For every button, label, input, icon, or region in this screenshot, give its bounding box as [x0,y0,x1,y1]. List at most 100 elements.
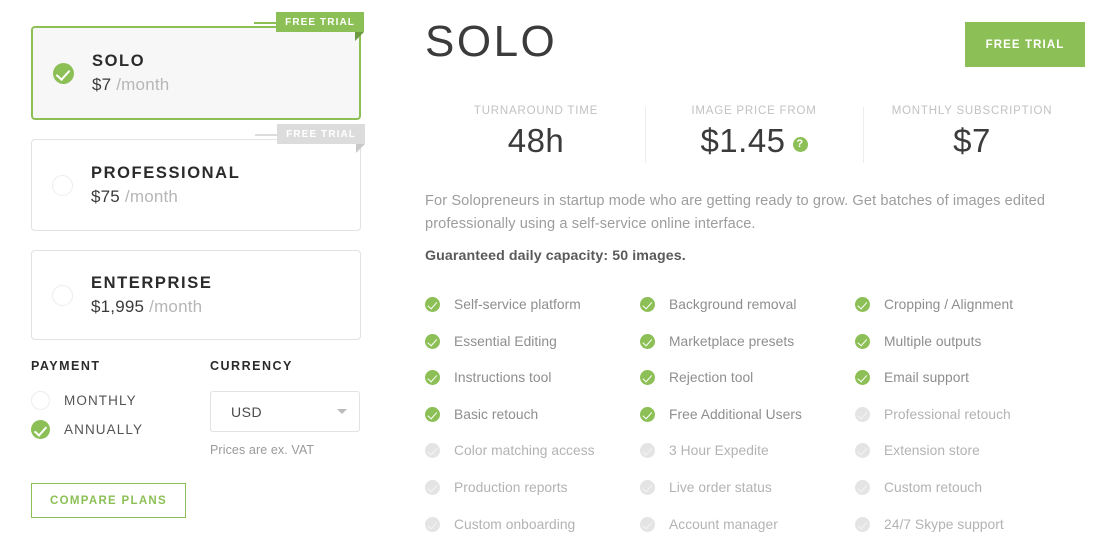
check-icon [855,370,870,386]
feature-item: Self-service platform [425,286,640,323]
plan-price-solo: $7 /month [92,74,170,94]
feature-label: 24/7 Skype support [884,516,1004,532]
chevron-down-icon [337,409,347,414]
plan-period-solo: /month [116,74,170,94]
help-icon[interactable]: ? [792,136,808,152]
plan-info-professional: PROFESSIONAL $75 /month [91,164,240,207]
plan-name-professional: PROFESSIONAL [91,163,241,182]
pricing-page: FREE TRIAL SOLO $7 /month FREE TRIAL PRO… [0,0,1108,553]
stat-turnaround-time: TURNAROUND TIME 48h [427,105,645,160]
check-icon [640,333,655,349]
check-icon [425,406,440,422]
feature-label: Account manager [669,516,778,532]
feature-column-3: Cropping / Alignment Multiple outputs Em… [855,286,1085,542]
currency-select[interactable]: USD [210,391,360,432]
check-icon-disabled [425,443,440,459]
plan-price-enterprise: $1,995 /month [91,296,203,316]
plan-card-enterprise[interactable]: ENTERPRISE $1,995 /month [31,250,361,340]
feature-label: Extension store [884,443,980,459]
payment-block: PAYMENT MONTHLY ANNUALLY [31,359,210,457]
plan-name-enterprise: ENTERPRISE [91,273,213,292]
plan-capacity: Guaranteed daily capacity: 50 images. [425,248,686,265]
feature-item: Multiple outputs [855,323,1085,360]
plan-period-enterprise: /month [149,296,203,316]
ribbon-tail [255,134,278,136]
stat-value: $1.45 ? [645,122,863,160]
plan-description: For Solopreneurs in startup mode who are… [425,193,1046,232]
plan-card-solo[interactable]: FREE TRIAL SOLO $7 /month [31,12,364,120]
detail-header: SOLO FREE TRIAL [425,17,1085,67]
feature-item: Custom retouch [855,469,1085,506]
feature-item: 3 Hour Expedite [640,433,855,470]
ribbon-tail [254,22,277,24]
feature-item: Email support [855,359,1085,396]
check-icon-disabled [855,406,870,422]
feature-item: Professional retouch [855,396,1085,433]
check-icon [425,333,440,349]
feature-label: Color matching access [454,443,595,459]
feature-item: Account manager [640,506,855,543]
ribbon-label: FREE TRIAL [285,16,355,28]
plan-card-professional[interactable]: FREE TRIAL PROFESSIONAL $75 /month [31,124,365,231]
payment-radio-monthly[interactable] [31,391,50,410]
feature-label: Basic retouch [454,406,539,422]
plan-detail-panel: SOLO FREE TRIAL TURNAROUND TIME 48h IMAG… [390,0,1108,553]
free-trial-button[interactable]: FREE TRIAL [965,22,1085,67]
check-icon-disabled [855,516,870,532]
check-icon [855,333,870,349]
check-icon-disabled [640,443,655,459]
check-icon [640,297,655,313]
stat-label: TURNAROUND TIME [473,105,599,117]
feature-item: Marketplace presets [640,323,855,360]
feature-list: Self-service platform Essential Editing … [425,286,1085,542]
plan-info-enterprise: ENTERPRISE $1,995 /month [91,274,212,317]
currency-block: CURRENCY USD Prices are ex. VAT [210,359,360,457]
stats-row: TURNAROUND TIME 48h IMAGE PRICE FROM $1.… [425,105,1085,163]
plan-name-solo: SOLO [92,51,146,70]
plan-period-professional: /month [124,186,179,206]
free-trial-ribbon-professional: FREE TRIAL [255,124,365,153]
feature-item: Background removal [640,286,855,323]
feature-label: Live order status [669,479,772,495]
feature-item: Free Additional Users [640,396,855,433]
feature-label: Multiple outputs [884,333,982,349]
compare-plans-button[interactable]: COMPARE PLANS [31,483,186,518]
feature-label: 3 Hour Expedite [669,443,769,459]
payment-radio-annually[interactable] [31,420,50,439]
ribbon-label: FREE TRIAL [286,128,356,140]
feature-item: Basic retouch [425,396,640,433]
plan-radio-professional[interactable] [52,174,73,196]
payment-label-annually: ANNUALLY [64,422,144,437]
feature-label: Free Additional Users [669,406,802,422]
check-icon [425,370,440,386]
stat-image-price: IMAGE PRICE FROM $1.45 ? [645,105,863,163]
plan-selector-panel: FREE TRIAL SOLO $7 /month FREE TRIAL PRO… [0,0,390,553]
feature-item: Live order status [640,469,855,506]
stat-value: 48h [507,122,565,159]
feature-label: Instructions tool [454,370,552,386]
check-icon-disabled [425,516,440,532]
currency-selected-value: USD [231,403,263,420]
payment-option-annually[interactable]: ANNUALLY [31,420,210,439]
payment-label-monthly: MONTHLY [64,393,137,408]
stat-label: IMAGE PRICE FROM [691,105,817,117]
feature-item: Essential Editing [425,323,640,360]
feature-item: Color matching access [425,433,640,470]
feature-label: Email support [884,370,970,386]
plan-radio-enterprise[interactable] [52,284,73,306]
check-icon [640,370,655,386]
feature-label: Background removal [669,297,797,313]
feature-label: Custom onboarding [454,516,576,532]
feature-label: Professional retouch [884,406,1011,422]
payment-option-monthly[interactable]: MONTHLY [31,391,210,410]
feature-item: Production reports [425,469,640,506]
feature-label: Production reports [454,479,568,495]
check-icon [640,406,655,422]
feature-column-1: Self-service platform Essential Editing … [425,286,640,542]
plan-radio-solo[interactable] [53,62,74,84]
free-trial-ribbon-solo: FREE TRIAL [254,12,364,41]
stat-value: $7 [953,122,991,159]
check-icon [855,297,870,313]
feature-label: Cropping / Alignment [884,297,1014,313]
feature-item: Rejection tool [640,359,855,396]
